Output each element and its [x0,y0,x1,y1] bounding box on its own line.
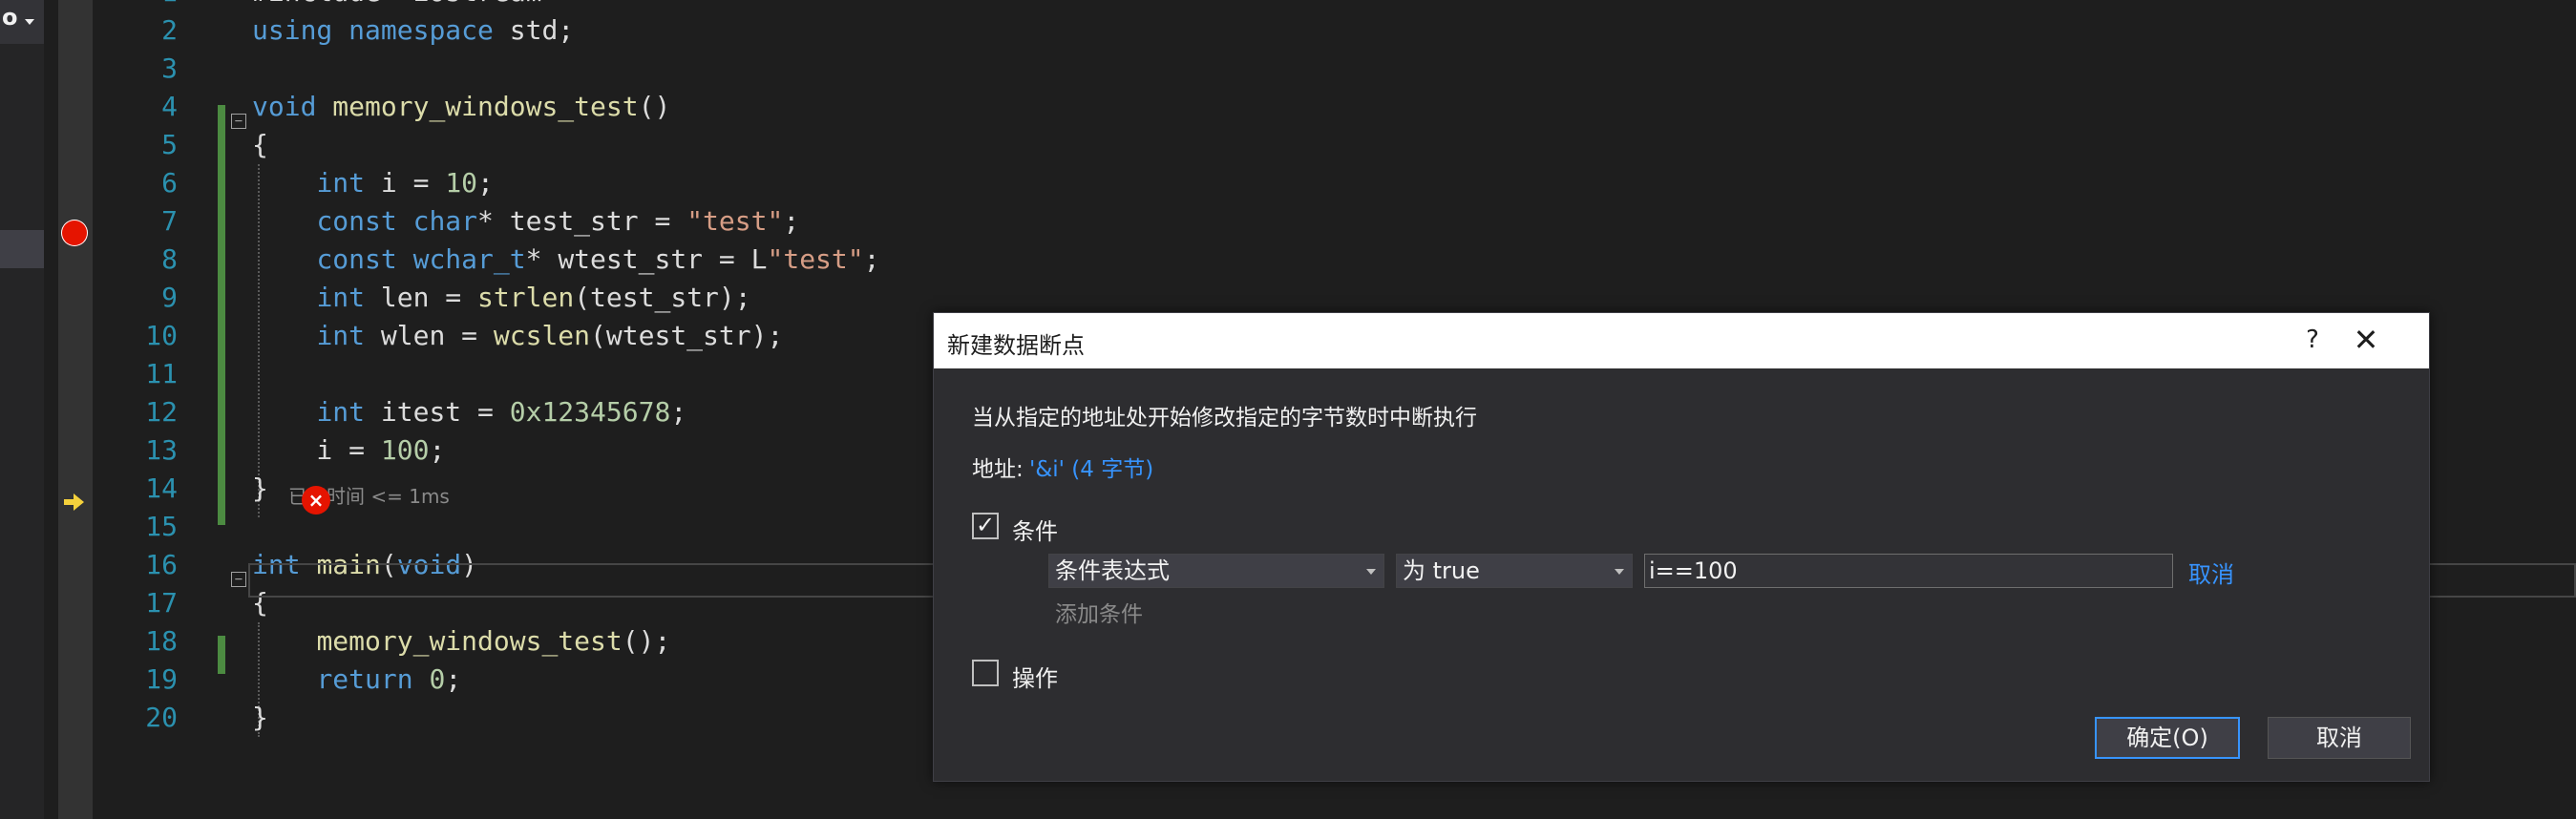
code-text[interactable]: memory_windows_test(); [252,622,670,661]
code-text[interactable]: using namespace std; [252,11,574,50]
address-value: '&i' (4 字节) [1029,457,1154,482]
code-line[interactable]: 3 [0,50,2576,88]
line-number: 15 [145,511,178,542]
condition-expression-value: i==100 [1649,557,1738,584]
condition-when-select[interactable]: 为 true [1396,554,1633,588]
condition-checkbox[interactable]: ✓ [972,513,999,539]
help-button[interactable]: ? [2293,321,2332,359]
line-number: 11 [145,358,178,389]
new-data-breakpoint-dialog: 新建数据断点 ? ✕ 当从指定的地址处开始修改指定的字节数时中断执行 地址: '… [933,312,2430,782]
condition-label: 条件 [1012,518,1058,545]
line-number: 7 [161,205,178,237]
code-line[interactable]: 8 const wchar_t* wtest_str = L"test"; [0,241,2576,279]
code-text[interactable]: int i = 10; [252,164,493,202]
code-text[interactable]: const wchar_t* wtest_str = L"test"; [252,241,879,279]
code-text[interactable]: void memory_windows_test() [252,88,670,126]
code-text[interactable]: int len = strlen(test_str); [252,279,750,317]
error-icon: × [302,486,330,514]
code-line[interactable]: 7 const char* test_str = "test"; [0,202,2576,241]
line-number: 18 [145,625,178,657]
line-number: 3 [161,52,178,84]
line-number: 10 [145,320,178,351]
code-text[interactable]: i = 100; [252,431,445,470]
dialog-title-bar: 新建数据断点 ? ✕ [934,313,2429,368]
add-condition-link[interactable]: 添加条件 [1055,596,1143,628]
condition-type-value: 条件表达式 [1055,557,1170,584]
line-number: 5 [161,129,178,160]
address-label: 地址: [972,457,1024,482]
code-line[interactable]: 1 #include "iostream" [0,0,2576,11]
action-label: 操作 [1012,665,1058,692]
code-line[interactable]: 9 int len = strlen(test_str); [0,279,2576,317]
code-line[interactable]: 5{ [0,126,2576,164]
line-number: 17 [145,587,178,619]
code-line[interactable]: 6 int i = 10; [0,164,2576,202]
condition-cancel-link[interactable]: 取消 [2188,556,2234,589]
code-text[interactable]: } [252,470,268,508]
line-number: 8 [161,243,178,275]
condition-expression-input[interactable]: i==100 [1644,554,2173,588]
code-text[interactable]: int wlen = wcslen(wtest_str); [252,317,783,355]
line-number: 1 [113,0,178,11]
code-text[interactable]: int itest = 0x12345678; [252,393,686,431]
condition-type-select[interactable]: 条件表达式 [1048,554,1384,588]
code-text[interactable]: return 0; [252,661,461,699]
action-checkbox[interactable] [972,660,999,686]
line-number: 2 [161,14,178,46]
cancel-button[interactable]: 取消 [2268,717,2411,759]
line-number: 19 [145,663,178,695]
line-number: 20 [145,702,178,733]
line-number: 13 [145,434,178,466]
chevron-down-icon [1366,569,1376,575]
code-text[interactable]: } [252,699,268,737]
close-icon[interactable]: ✕ [2347,321,2385,359]
line-number: 12 [145,396,178,428]
line-number: 16 [145,549,178,580]
code-line[interactable]: 4 void memory_windows_test() [0,88,2576,126]
line-number: 6 [161,167,178,199]
code-line[interactable]: 2 using namespace std; [0,11,2576,50]
code-text[interactable]: const char* test_str = "test"; [252,202,799,241]
line-number: 14 [145,472,178,504]
code-text[interactable]: #include "iostream" [252,0,558,11]
line-number: 4 [161,91,178,122]
chevron-down-icon [1615,569,1624,575]
code-text[interactable]: { [252,126,268,164]
dialog-title: 新建数据断点 [947,332,1085,359]
dialog-description: 当从指定的地址处开始修改指定的字节数时中断执行 [972,406,1477,430]
line-number: 9 [161,282,178,313]
condition-when-value: 为 true [1403,557,1480,584]
ok-button[interactable]: 确定(O) [2095,717,2240,759]
